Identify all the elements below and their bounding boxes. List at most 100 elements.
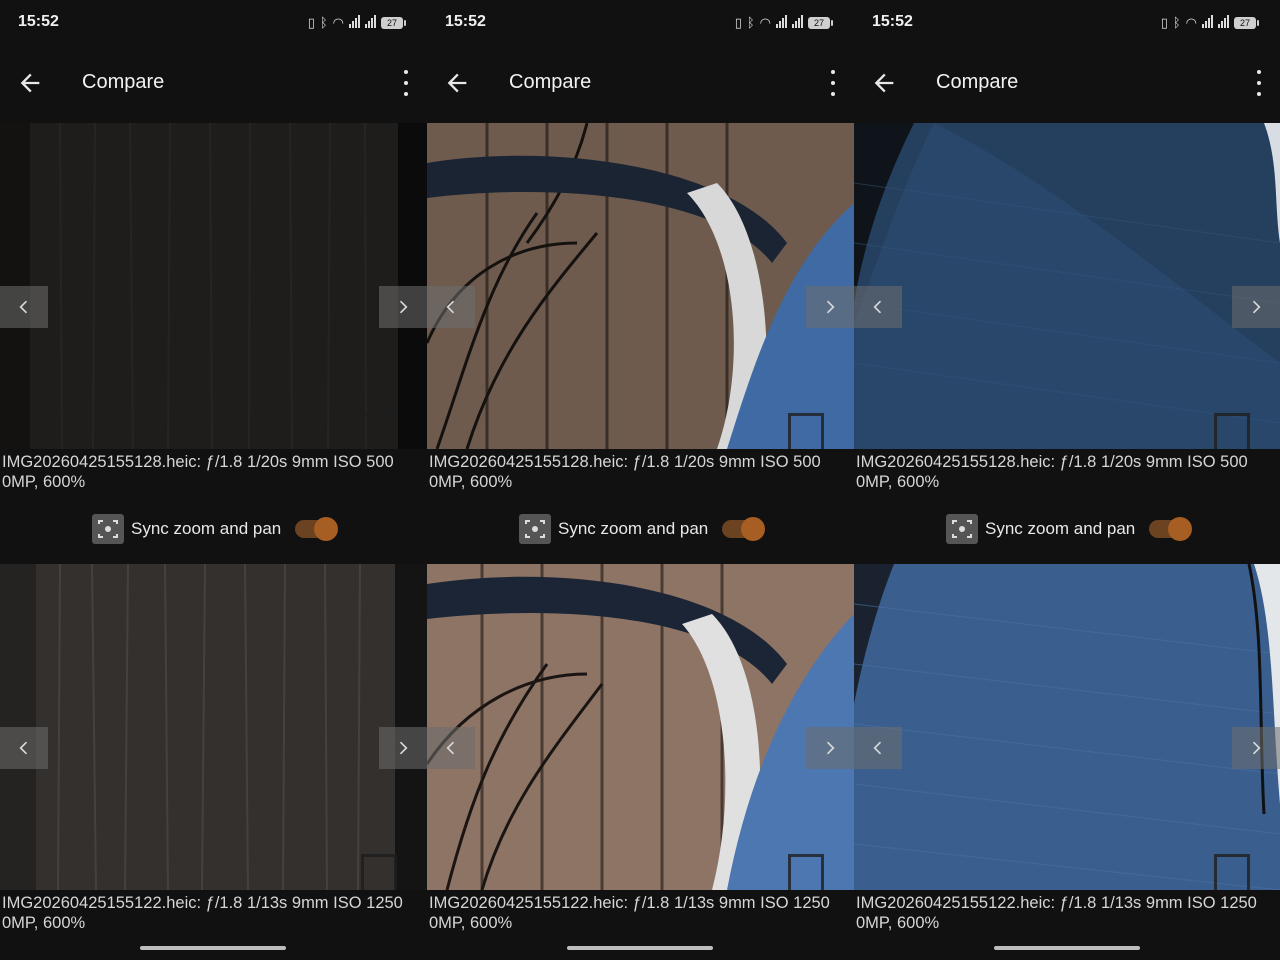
photo-chair-wood [427, 564, 854, 890]
compare-screen-1: 15:52 ▯ ᛒ ◠ 27 Compare IMG20260425155128… [0, 0, 427, 960]
sync-zoom-row[interactable]: Sync zoom and pan [92, 513, 339, 545]
photo-dark-wood [0, 123, 427, 449]
next-image-button[interactable] [806, 286, 854, 328]
photo-blue-fabric [854, 564, 1280, 890]
previous-image-button[interactable] [427, 286, 475, 328]
next-image-button[interactable] [379, 727, 427, 769]
image-caption: IMG20260425155122.heic: ƒ/1.8 1/13s 9mm … [429, 894, 830, 932]
page-title: Compare [82, 71, 165, 93]
sync-zoom-toggle[interactable] [1149, 517, 1193, 541]
signal-icon [365, 15, 376, 31]
sync-zoom-label: Sync zoom and pan [985, 519, 1136, 538]
status-bar: 15:52 ▯ ᛒ ◠ 27 [427, 0, 854, 46]
chevron-right-icon [399, 741, 408, 755]
vibrate-icon: ▯ [734, 15, 742, 30]
image-caption: IMG20260425155122.heic: ƒ/1.8 1/13s 9mm … [856, 894, 1257, 932]
compare-image-bottom[interactable] [0, 564, 427, 890]
compare-screen-3: 15:52 ▯ ᛒ ◠ 27 Compare IMG20260425155128… [854, 0, 1280, 960]
previous-image-button[interactable] [427, 727, 475, 769]
signal-icon [349, 15, 360, 31]
battery-icon: 27 [381, 17, 406, 29]
chevron-right-icon [1252, 741, 1261, 755]
chevron-left-icon [873, 741, 882, 755]
compare-image-top[interactable] [0, 123, 427, 449]
image-caption: IMG20260425155128.heic: ƒ/1.8 1/20s 9mm … [429, 453, 821, 491]
chevron-left-icon [19, 300, 28, 314]
wifi-icon: ◠ [1185, 15, 1197, 30]
sync-zoom-label: Sync zoom and pan [558, 519, 709, 538]
previous-image-button[interactable] [854, 727, 902, 769]
app-bar: Compare [0, 52, 427, 114]
signal-icon [776, 15, 787, 31]
wifi-icon: ◠ [759, 15, 771, 30]
home-indicator[interactable] [567, 946, 713, 950]
sync-zoom-toggle[interactable] [722, 517, 766, 541]
chevron-right-icon [826, 741, 835, 755]
battery-icon: 27 [1234, 17, 1259, 29]
sync-zoom-icon [92, 514, 124, 544]
status-icons: ▯ ᛒ ◠ 27 [1160, 15, 1259, 31]
back-arrow-icon[interactable] [870, 69, 898, 97]
photo-chair-wood [427, 123, 854, 449]
photo-blue-fabric [854, 123, 1280, 449]
chevron-right-icon [399, 300, 408, 314]
status-bar: 15:52 ▯ ᛒ ◠ 27 [0, 0, 427, 46]
chevron-left-icon [446, 300, 455, 314]
vibrate-icon: ▯ [1160, 15, 1168, 30]
app-bar: Compare [854, 52, 1280, 114]
home-indicator[interactable] [994, 946, 1140, 950]
vibrate-icon: ▯ [307, 15, 315, 30]
select-frame-icon[interactable] [1214, 413, 1250, 449]
chevron-left-icon [873, 300, 882, 314]
more-options-icon[interactable] [1252, 70, 1266, 96]
sync-zoom-row[interactable]: Sync zoom and pan [946, 513, 1193, 545]
signal-icon [792, 15, 803, 31]
compare-image-top[interactable] [427, 123, 854, 449]
status-icons: ▯ ᛒ ◠ 27 [307, 15, 406, 31]
home-indicator[interactable] [140, 946, 286, 950]
next-image-button[interactable] [1232, 727, 1280, 769]
image-caption: IMG20260425155128.heic: ƒ/1.8 1/20s 9mm … [2, 453, 394, 491]
app-bar: Compare [427, 52, 854, 114]
chevron-left-icon [446, 741, 455, 755]
status-time: 15:52 [18, 13, 59, 30]
back-arrow-icon[interactable] [443, 69, 471, 97]
photo-dark-wood [0, 564, 427, 890]
bluetooth-icon: ᛒ [1172, 15, 1181, 30]
compare-image-bottom[interactable] [427, 564, 854, 890]
page-title: Compare [509, 71, 592, 93]
bluetooth-icon: ᛒ [319, 15, 328, 30]
chevron-right-icon [826, 300, 835, 314]
sync-zoom-toggle[interactable] [295, 517, 339, 541]
select-frame-icon[interactable] [361, 854, 397, 890]
signal-icon [1218, 15, 1229, 31]
image-caption: IMG20260425155128.heic: ƒ/1.8 1/20s 9mm … [856, 453, 1248, 491]
next-image-button[interactable] [806, 727, 854, 769]
select-frame-icon[interactable] [361, 413, 397, 449]
back-arrow-icon[interactable] [16, 69, 44, 97]
status-time: 15:52 [872, 13, 913, 30]
wifi-icon: ◠ [332, 15, 344, 30]
bluetooth-icon: ᛒ [746, 15, 755, 30]
sync-zoom-icon [946, 514, 978, 544]
previous-image-button[interactable] [0, 286, 48, 328]
chevron-right-icon [1252, 300, 1261, 314]
previous-image-button[interactable] [854, 286, 902, 328]
signal-icon [1202, 15, 1213, 31]
select-frame-icon[interactable] [788, 413, 824, 449]
more-options-icon[interactable] [399, 70, 413, 96]
sync-zoom-row[interactable]: Sync zoom and pan [519, 513, 766, 545]
sync-zoom-icon [519, 514, 551, 544]
chevron-left-icon [19, 741, 28, 755]
previous-image-button[interactable] [0, 727, 48, 769]
next-image-button[interactable] [1232, 286, 1280, 328]
compare-image-bottom[interactable] [854, 564, 1280, 890]
sync-zoom-label: Sync zoom and pan [131, 519, 282, 538]
status-time: 15:52 [445, 13, 486, 30]
select-frame-icon[interactable] [1214, 854, 1250, 890]
more-options-icon[interactable] [826, 70, 840, 96]
select-frame-icon[interactable] [788, 854, 824, 890]
next-image-button[interactable] [379, 286, 427, 328]
image-caption: IMG20260425155122.heic: ƒ/1.8 1/13s 9mm … [2, 894, 403, 932]
compare-image-top[interactable] [854, 123, 1280, 449]
